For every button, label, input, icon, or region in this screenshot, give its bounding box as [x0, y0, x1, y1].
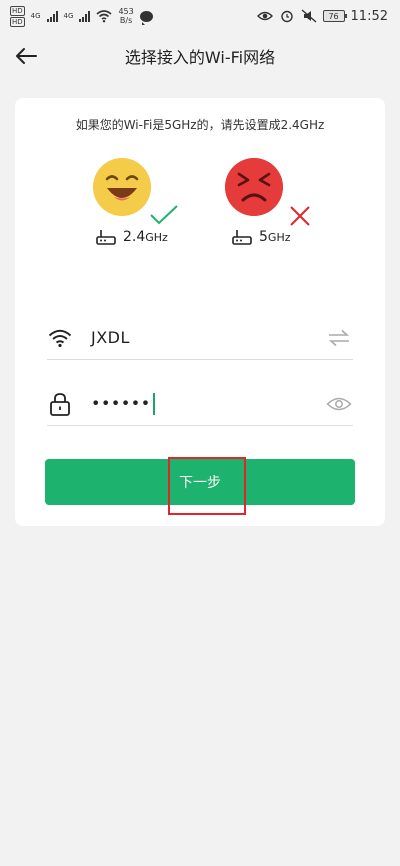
net-speed-unit: B/s	[119, 16, 133, 25]
band-bad: 5GHz	[231, 228, 291, 246]
status-right: 76 11:52	[256, 8, 388, 24]
net-speed-value: 453	[118, 7, 134, 16]
happy-face-icon	[93, 158, 151, 216]
toggle-password-visibility-button[interactable]	[325, 391, 353, 417]
hd-badge-2: HD	[10, 16, 25, 27]
swap-icon	[328, 329, 350, 346]
check-icon	[150, 205, 178, 225]
lock-icon	[47, 391, 73, 417]
band-good-value: 2.4GHz	[123, 229, 168, 245]
hd-badge: HD	[10, 5, 25, 16]
network-type: 4G	[30, 12, 41, 20]
band-bad-value: 5GHz	[259, 229, 291, 245]
password-dots: ••••••	[91, 393, 151, 412]
band-bad-unit: GHz	[267, 231, 291, 244]
wifi-field-icon	[47, 325, 73, 351]
battery-level: 76	[328, 11, 339, 21]
arrow-left-icon	[16, 48, 37, 64]
signal-icon-2	[79, 10, 91, 22]
band-good-unit: GHz	[145, 231, 168, 244]
router-icon-2	[232, 230, 252, 245]
battery-icon: 76	[322, 10, 347, 22]
eye-icon	[256, 11, 273, 21]
sad-face-icon	[225, 158, 283, 216]
highlight-annotation	[168, 457, 246, 515]
switch-network-button[interactable]	[325, 325, 353, 351]
eye-icon	[326, 397, 352, 410]
message-icon	[139, 10, 153, 25]
band-bad-num: 5	[259, 229, 268, 245]
page-title: 选择接入的Wi-Fi网络	[124, 48, 276, 67]
router-icon	[96, 230, 116, 245]
alarm-icon	[280, 10, 293, 23]
ssid-field[interactable]: JXDL	[47, 316, 353, 360]
status-bar: HD HD 4G 4G 453 B/s 76 11:52	[0, 0, 400, 32]
net-speed: 453 B/s	[118, 7, 133, 25]
title-bar: 选择接入的Wi-Fi网络	[0, 38, 400, 74]
password-value[interactable]: ••••••	[91, 392, 325, 415]
wifi-icon	[96, 10, 112, 23]
band-good-num: 2.4	[123, 229, 146, 245]
password-field[interactable]: ••••••	[47, 382, 353, 426]
band-hint: 如果您的Wi-Fi是5GHz的，请先设置成2.4GHz	[75, 118, 325, 132]
network-type-2: 4G	[63, 12, 74, 20]
clock: 11:52	[350, 8, 388, 24]
ssid-value[interactable]: JXDL	[91, 328, 325, 347]
back-button[interactable]	[12, 42, 40, 70]
status-left: HD HD 4G 4G 453 B/s	[10, 5, 153, 27]
signal-icon	[46, 10, 58, 22]
cross-icon	[290, 206, 310, 226]
text-cursor	[152, 392, 155, 415]
mute-icon	[301, 9, 316, 23]
band-good: 2.4GHz	[95, 228, 168, 246]
